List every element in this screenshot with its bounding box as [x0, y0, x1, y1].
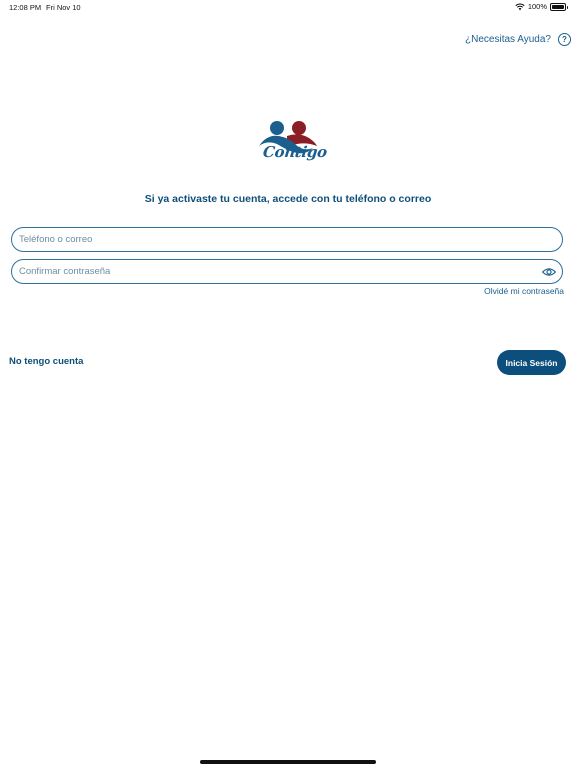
phone-email-input[interactable]: [12, 228, 519, 251]
password-field: [11, 259, 563, 284]
status-indicators: 100%: [515, 2, 568, 11]
help-question-icon[interactable]: ?: [558, 33, 571, 46]
login-button[interactable]: Inicia Sesión: [497, 350, 566, 375]
help-row: ¿Necesitas Ayuda? ?: [465, 33, 571, 46]
status-bar: 12:08 PM Fri Nov 10 100%: [0, 0, 576, 14]
login-subtitle: Si ya activaste tu cuenta, accede con tu…: [144, 193, 432, 205]
password-input[interactable]: [12, 260, 519, 283]
phone-email-field: [11, 227, 563, 252]
no-account-link[interactable]: No tengo cuenta: [9, 356, 83, 367]
battery-icon: [550, 2, 568, 11]
contigo-logo-text: Contigo: [262, 143, 328, 161]
forgot-password-link[interactable]: Olvidé mi contraseña: [484, 286, 564, 296]
eye-icon[interactable]: [542, 266, 556, 278]
battery-percent: 100%: [527, 2, 547, 11]
help-link[interactable]: ¿Necesitas Ayuda?: [465, 34, 551, 45]
status-date: Fri Nov 10: [46, 3, 81, 12]
wifi-icon: [515, 3, 525, 10]
home-indicator[interactable]: [200, 760, 376, 764]
status-time: 12:08 PM: [9, 3, 42, 12]
